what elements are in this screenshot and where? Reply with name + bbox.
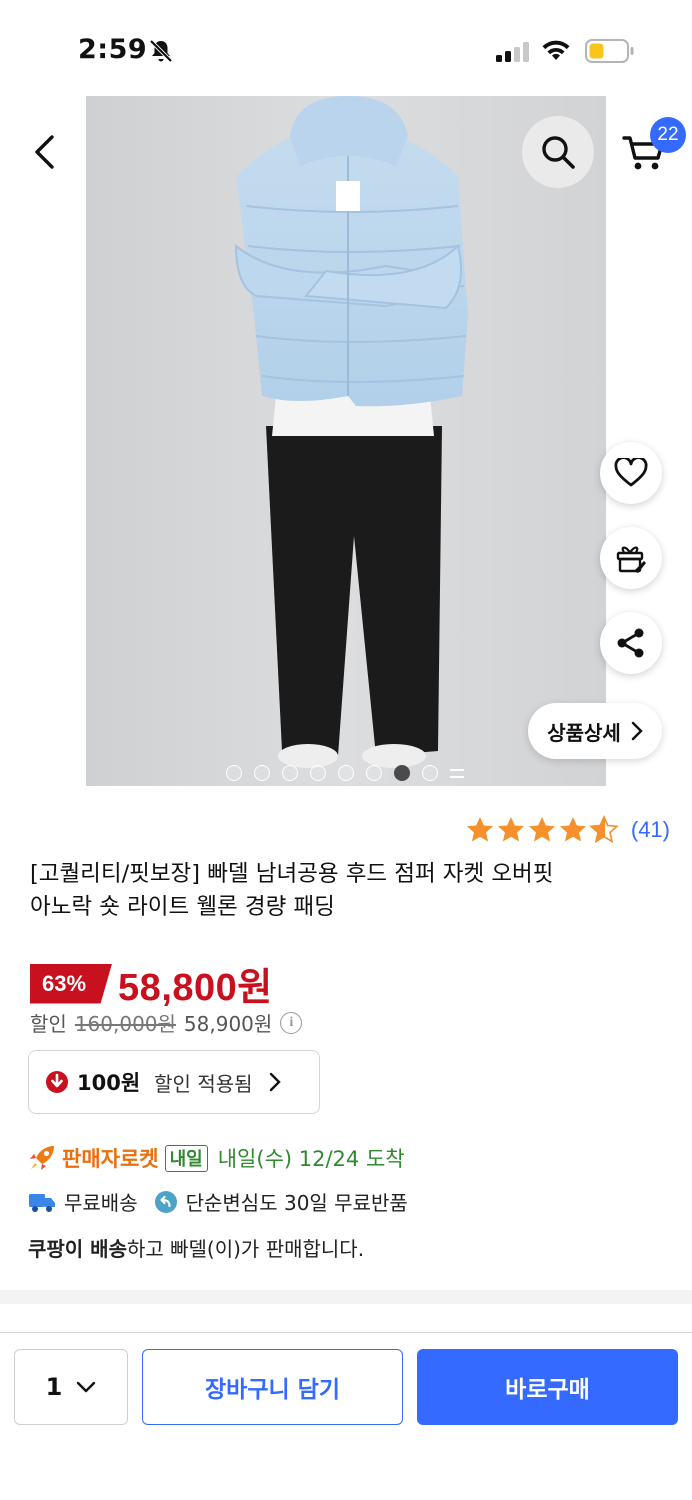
quantity-value: 1: [45, 1373, 63, 1401]
coupon-text: 할인 적용됨: [154, 1071, 253, 1096]
pagination-dot[interactable]: [310, 765, 326, 781]
pagination-dot-active[interactable]: [394, 765, 410, 781]
bottom-bar-divider: [0, 1332, 692, 1333]
original-price: 160,000원: [74, 1012, 176, 1036]
discount-label: 할인: [30, 1012, 67, 1036]
chevron-left-icon: [35, 135, 54, 169]
sale-price: 58,800원: [118, 967, 273, 1009]
pagination-more-icon[interactable]: [450, 766, 464, 780]
gift-button[interactable]: [600, 527, 662, 589]
pagination-dot[interactable]: [282, 765, 298, 781]
pagination-dot[interactable]: [366, 765, 382, 781]
info-icon[interactable]: i: [280, 1011, 303, 1034]
arrival-date: 내일(수) 12/24 도착: [217, 1147, 405, 1171]
seller-info: 쿠팡이 배송하고 빠델(이)가 판매합니다.: [28, 1233, 364, 1262]
share-icon: [617, 628, 644, 658]
battery-icon: [585, 39, 634, 63]
tomorrow-badge: 내일: [164, 1144, 208, 1172]
chevron-down-icon: [77, 1381, 96, 1393]
discount-badge: 63%: [30, 963, 113, 1004]
free-return: 단순변심도 30일 무료반품: [185, 1191, 408, 1215]
free-shipping: 무료배송: [64, 1191, 138, 1215]
rating[interactable]: (41): [465, 815, 670, 845]
product-title-line: [고퀄리티/핏보장] 빠델 남녀공용 후드 점퍼 자켓 오버핏: [30, 861, 554, 887]
rocket-icon: [30, 1146, 54, 1170]
search-button[interactable]: [522, 116, 594, 188]
coupon-down-arrow-icon: [46, 1071, 68, 1093]
section-divider: [0, 1290, 692, 1304]
cart-count-badge: 22: [650, 117, 686, 153]
product-photo: [86, 96, 606, 786]
return-icon: [154, 1190, 177, 1213]
pagination-dot[interactable]: [338, 765, 354, 781]
bell-muted-icon: [149, 39, 173, 63]
quantity-select[interactable]: 1: [14, 1349, 128, 1425]
base-price: 58,900원: [183, 1012, 273, 1036]
seller-info-text: 하고 빠델(이)가 판매합니다.: [126, 1237, 365, 1261]
seller-rocket-label: 판매자로켓: [62, 1147, 159, 1171]
pagination-dot[interactable]: [254, 765, 270, 781]
status-bar: 2:59: [0, 0, 692, 96]
signal-icon: [496, 42, 529, 62]
truck-icon: [29, 1193, 55, 1212]
share-button[interactable]: [600, 612, 662, 674]
star-rating-icon: [466, 815, 619, 844]
price-row: 63% 58,800원: [30, 956, 273, 1011]
chevron-right-icon: [269, 1072, 281, 1092]
product-detail-label: 상품상세: [547, 720, 621, 745]
wifi-icon: [542, 40, 570, 60]
search-icon: [542, 136, 575, 169]
image-pagination[interactable]: [226, 765, 464, 781]
wishlist-button[interactable]: [600, 442, 662, 504]
product-image[interactable]: [86, 96, 606, 786]
coupon-box[interactable]: 100원 할인 적용됨: [28, 1050, 320, 1114]
product-detail-button[interactable]: 상품상세: [528, 703, 662, 759]
product-title-line: 아노락 숏 라이트 웰론 경량 패딩: [30, 894, 335, 920]
shipping-row: 무료배송 단순변심도 30일 무료반품: [28, 1187, 408, 1216]
coupon-amount: 100원: [77, 1071, 141, 1095]
pagination-dot[interactable]: [422, 765, 438, 781]
add-to-cart-button[interactable]: 장바구니 담기: [142, 1349, 403, 1425]
gift-rocket-icon: [616, 546, 646, 573]
chevron-right-icon: [631, 721, 643, 741]
buy-now-button[interactable]: 바로구매: [417, 1349, 678, 1425]
sub-price-row: 할인 160,000원 58,900원 i: [30, 1008, 303, 1037]
product-title: [고퀄리티/핏보장] 빠델 남녀공용 후드 점퍼 자켓 오버핏 아노락 숏 라이…: [30, 858, 670, 924]
rating-count[interactable]: (41): [631, 817, 670, 843]
heart-icon: [614, 458, 648, 487]
seller-info-bold: 쿠팡이 배송: [28, 1237, 127, 1261]
pagination-dot[interactable]: [226, 765, 242, 781]
status-time: 2:59: [78, 34, 148, 65]
delivery-row: 판매자로켓 내일 내일(수) 12/24 도착: [28, 1143, 405, 1173]
back-button[interactable]: [22, 126, 66, 178]
